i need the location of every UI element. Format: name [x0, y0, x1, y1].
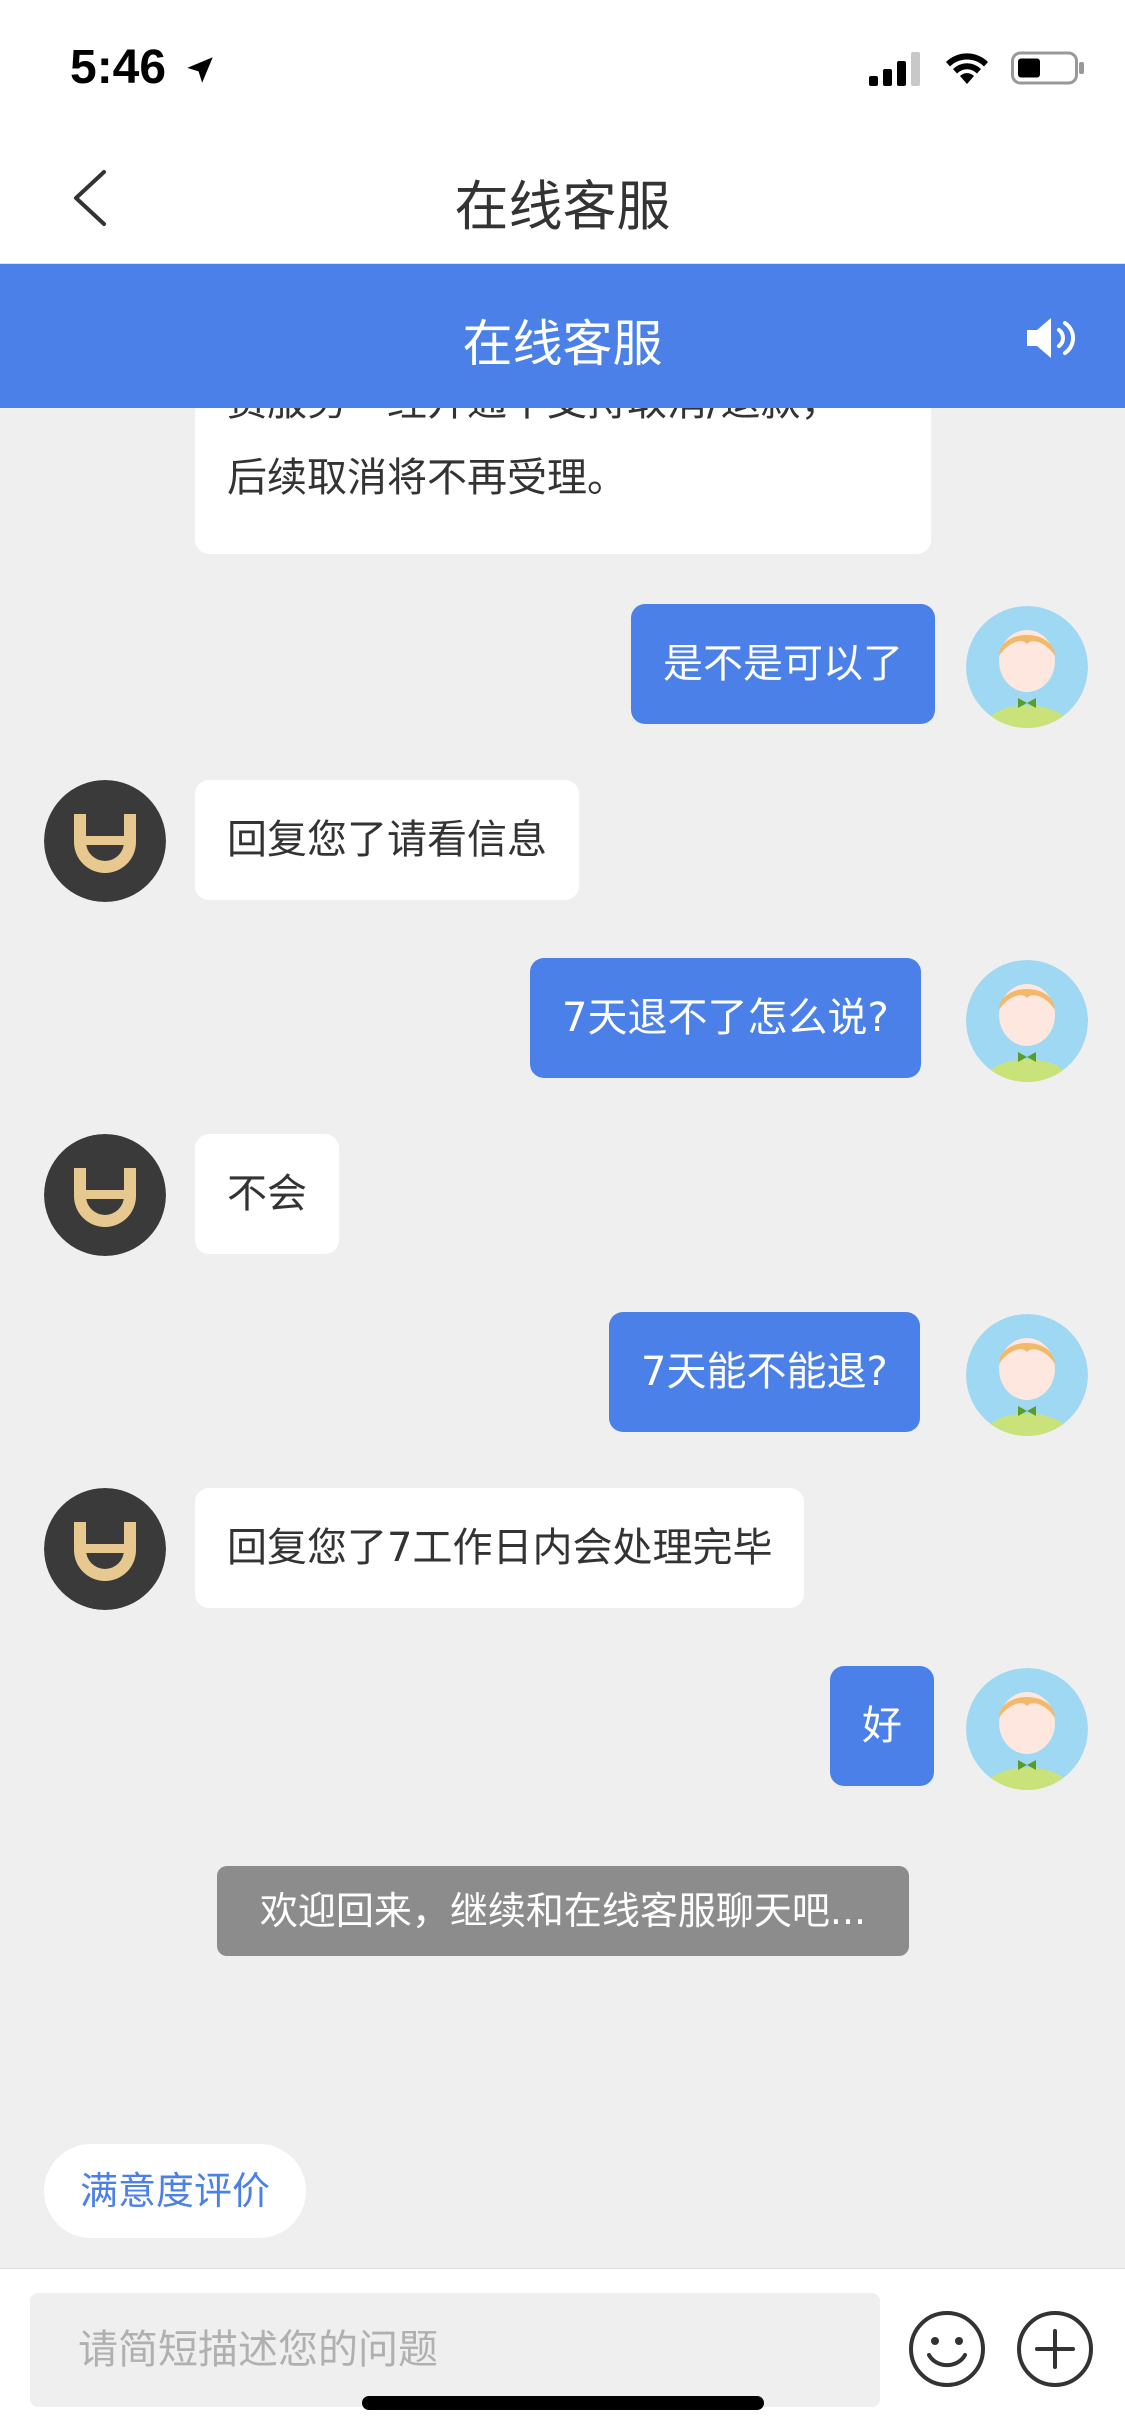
- status-bar: 5:46: [0, 0, 1125, 132]
- status-time-text: 5:46: [70, 41, 167, 94]
- user-avatar: [966, 1314, 1088, 1436]
- chat-area[interactable]: 费服务一经开通不支持取消/退款， 后续取消将不再受理。 是不是可以了 回复您了请…: [0, 408, 1125, 2268]
- status-icons: [869, 46, 1085, 90]
- agent-avatar: [44, 1488, 166, 1610]
- user-message: 7天能不能退?: [609, 1312, 920, 1432]
- input-bar: [0, 2268, 1125, 2436]
- agent-message-line: 费服务一经开通不支持取消/退款，: [227, 408, 899, 440]
- agent-avatar: [44, 1134, 166, 1256]
- user-message: 是不是可以了: [631, 604, 935, 724]
- user-message: 7天退不了怎么说?: [530, 958, 921, 1078]
- system-note: 欢迎回来，继续和在线客服聊天吧...: [217, 1866, 909, 1956]
- chat-header-title: 在线客服: [462, 315, 663, 373]
- nav-bar: 在线客服: [0, 132, 1125, 264]
- user-avatar: [966, 1668, 1088, 1790]
- emoji-icon[interactable]: [907, 2309, 987, 2389]
- agent-message: 不会: [195, 1134, 339, 1254]
- agent-avatar: [44, 780, 166, 902]
- home-indicator: [362, 2396, 764, 2410]
- status-time: 5:46: [70, 40, 217, 95]
- plus-icon[interactable]: [1015, 2309, 1095, 2389]
- wifi-icon: [946, 53, 988, 84]
- location-arrow-icon: [187, 57, 214, 84]
- user-message: 好: [830, 1666, 934, 1786]
- user-avatar: [966, 606, 1088, 728]
- cellular-signal-icon: [869, 52, 920, 86]
- satisfaction-rating-button[interactable]: 满意度评价: [44, 2144, 306, 2238]
- message-input[interactable]: [30, 2293, 880, 2407]
- chat-header: 在线客服: [0, 264, 1125, 408]
- agent-message: 回复您了请看信息: [195, 780, 579, 900]
- agent-message-line: 后续取消将不再受理。: [227, 455, 627, 501]
- user-avatar: [966, 960, 1088, 1082]
- battery-icon: [1011, 51, 1084, 85]
- speaker-icon[interactable]: [1023, 310, 1079, 366]
- nav-title: 在线客服: [454, 175, 671, 238]
- agent-message: 费服务一经开通不支持取消/退款， 后续取消将不再受理。: [195, 408, 931, 554]
- agent-message: 回复您了7工作日内会处理完毕: [195, 1488, 805, 1608]
